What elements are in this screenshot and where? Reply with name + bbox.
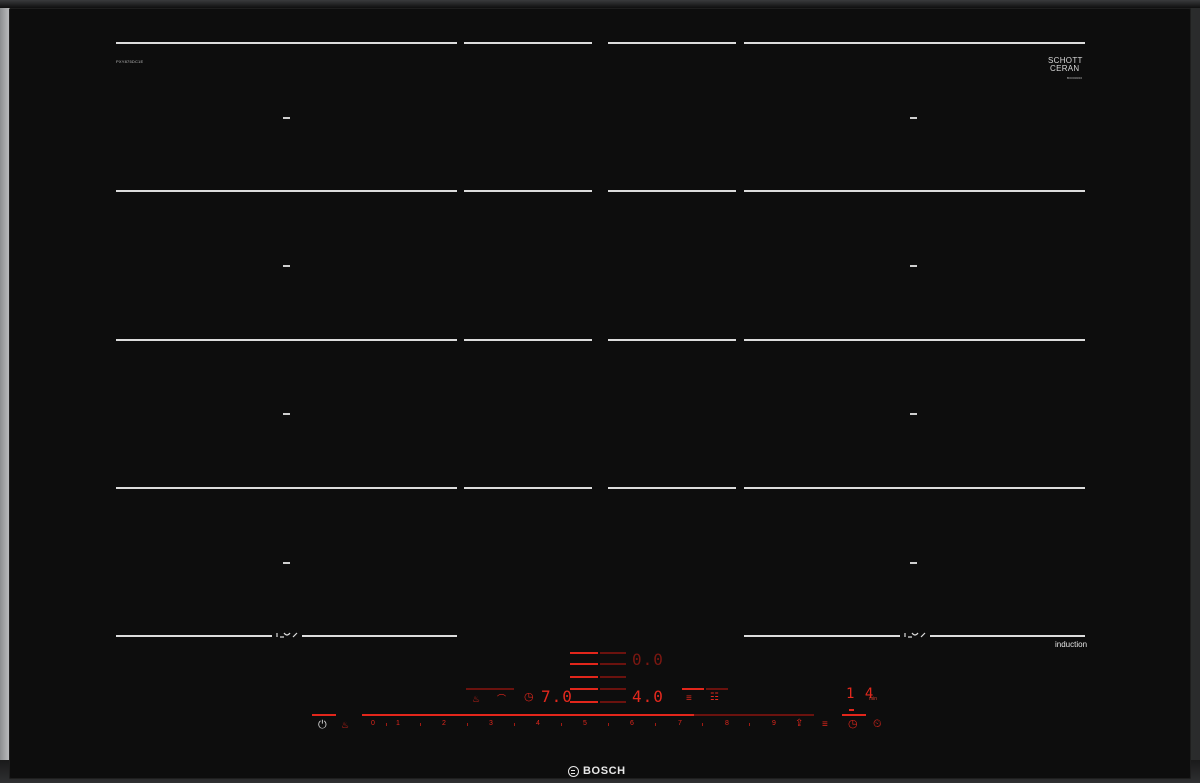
level-bar bbox=[600, 701, 626, 703]
alarm-icon[interactable]: ⏲ bbox=[873, 719, 882, 730]
zone-line bbox=[302, 635, 457, 637]
zone-line bbox=[608, 42, 736, 44]
scale-6[interactable]: 6 bbox=[627, 720, 637, 727]
scale-tick bbox=[467, 723, 468, 726]
power-slider-fill[interactable] bbox=[362, 714, 694, 716]
sensor-icon[interactable]: ☷ bbox=[710, 692, 719, 703]
top-trim bbox=[0, 0, 1200, 8]
schott-ceran-logo: SCHOTT CERAN bbox=[1048, 57, 1083, 73]
brand-badge: BOSCH bbox=[568, 764, 626, 778]
zone-line bbox=[116, 487, 457, 489]
zone-marker bbox=[283, 413, 290, 415]
zone-line bbox=[744, 42, 1085, 44]
scale-tick bbox=[514, 723, 515, 726]
zone-line bbox=[116, 190, 457, 192]
zone-marker bbox=[283, 562, 290, 564]
clock-icon[interactable]: ◷ bbox=[524, 692, 534, 703]
zone-line bbox=[116, 339, 457, 341]
zone-line bbox=[608, 190, 736, 192]
zone-marker bbox=[283, 265, 290, 267]
glass-code: B0000000 bbox=[1067, 76, 1083, 80]
scale-tick bbox=[655, 723, 656, 726]
scale-2[interactable]: 2 bbox=[439, 720, 449, 727]
scale-tick bbox=[702, 723, 703, 726]
power-display-right: 4.0 bbox=[632, 687, 664, 706]
slider-right-cap bbox=[842, 714, 866, 716]
level-bar bbox=[600, 688, 626, 690]
scale-tick bbox=[386, 723, 387, 726]
zone-line bbox=[464, 42, 592, 44]
scale-tick bbox=[608, 723, 609, 726]
power-icon[interactable]: ⏻ bbox=[318, 720, 327, 731]
zone-line bbox=[464, 339, 592, 341]
pot-icon[interactable]: ♨ bbox=[472, 694, 480, 705]
level-bar bbox=[600, 652, 626, 654]
timer-cursor bbox=[849, 709, 854, 711]
zone-line bbox=[744, 635, 900, 637]
level-bar bbox=[570, 676, 598, 678]
zone-line bbox=[744, 339, 1085, 341]
zone-marker bbox=[910, 413, 917, 415]
level-bar bbox=[570, 701, 598, 703]
scale-4[interactable]: 4 bbox=[533, 720, 543, 727]
ceran-text: CERAN bbox=[1050, 64, 1080, 73]
zone-marker bbox=[283, 117, 290, 119]
zone-line bbox=[930, 635, 1085, 637]
pan-icon[interactable]: ⌒ bbox=[497, 694, 506, 705]
scale-tick bbox=[561, 723, 562, 726]
slider-left-cap bbox=[312, 714, 336, 716]
power-slider-track[interactable] bbox=[694, 714, 814, 716]
child-lock-icon[interactable]: ♨ bbox=[341, 720, 349, 731]
flex-zone-icon bbox=[904, 632, 926, 638]
zone-line bbox=[608, 339, 736, 341]
zone-select-bar-active bbox=[682, 688, 704, 690]
zone-marker bbox=[910, 117, 917, 119]
bosch-logo-icon bbox=[568, 765, 579, 777]
menu-icon[interactable]: ≡ bbox=[686, 693, 692, 704]
induction-label: induction bbox=[1055, 640, 1088, 649]
scale-1[interactable]: 1 bbox=[393, 720, 403, 727]
zone-line bbox=[464, 190, 592, 192]
zone-select-bar bbox=[466, 688, 514, 690]
timer-icon[interactable]: ◷ bbox=[848, 719, 858, 730]
scale-5[interactable]: 5 bbox=[580, 720, 590, 727]
model-code: PXY875DC1E bbox=[116, 59, 144, 64]
scale-tick bbox=[420, 723, 421, 726]
level-bar bbox=[600, 676, 626, 678]
level-bar bbox=[570, 652, 598, 654]
scale-3[interactable]: 3 bbox=[486, 720, 496, 727]
zone-line bbox=[116, 635, 272, 637]
timer-unit: min bbox=[869, 696, 878, 702]
menu-icon[interactable]: ≡ bbox=[822, 719, 828, 730]
flex-zone-icon bbox=[276, 632, 298, 638]
timer-display-top: 0.0 bbox=[632, 650, 664, 669]
scale-tick bbox=[749, 723, 750, 726]
level-bar bbox=[570, 663, 598, 665]
zone-select-bar bbox=[706, 688, 728, 690]
boost-icon[interactable]: ⇪ bbox=[795, 718, 803, 729]
zone-marker bbox=[910, 265, 917, 267]
zone-line bbox=[608, 487, 736, 489]
zone-marker bbox=[910, 562, 917, 564]
zone-line bbox=[744, 190, 1085, 192]
power-display-left: 7.0 bbox=[541, 687, 573, 706]
zone-line bbox=[464, 487, 592, 489]
zone-line bbox=[116, 42, 457, 44]
brand-name: BOSCH bbox=[583, 765, 626, 777]
scale-7[interactable]: 7 bbox=[675, 720, 685, 727]
level-bar bbox=[570, 688, 598, 690]
scale-8[interactable]: 8 bbox=[722, 720, 732, 727]
scale-0[interactable]: 0 bbox=[368, 720, 378, 727]
scale-9[interactable]: 9 bbox=[769, 720, 779, 727]
level-bar bbox=[600, 663, 626, 665]
zone-line bbox=[744, 487, 1085, 489]
